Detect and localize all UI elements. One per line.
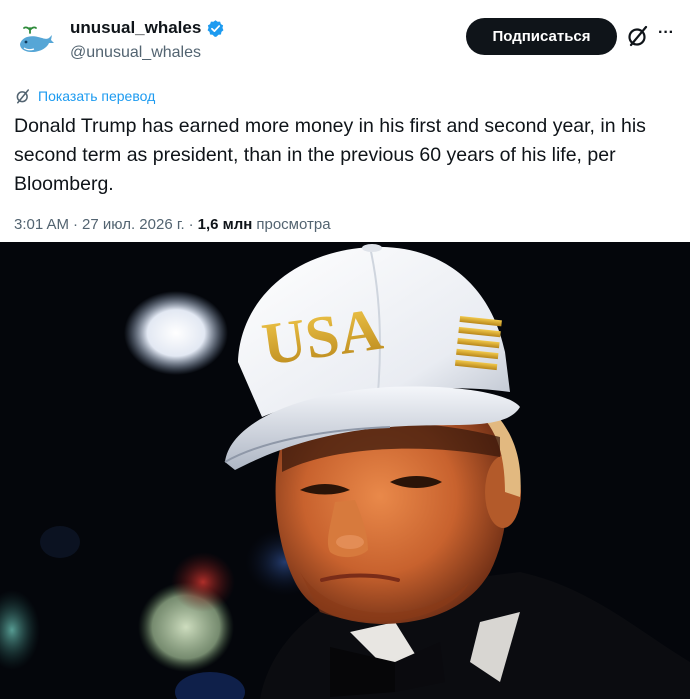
portrait-photo: USA: [0, 242, 690, 699]
tweet-text: Donald Trump has earned more money in hi…: [14, 115, 646, 195]
translate-label[interactable]: Показать перевод: [38, 88, 155, 104]
tweet-time[interactable]: 3:01 AM: [14, 216, 69, 233]
display-name[interactable]: unusual_whales: [70, 18, 201, 38]
views-count: 1,6 млн: [197, 216, 253, 233]
tweet-date[interactable]: 27 июл. 2026 г.: [82, 216, 185, 233]
author-name-row[interactable]: unusual_whales: [70, 18, 225, 38]
tweet-photo[interactable]: USA: [0, 242, 690, 699]
avatar[interactable]: [12, 18, 58, 64]
verified-badge-icon: [207, 19, 224, 37]
tweet-header: unusual_whales @unusual_whales Подписать…: [0, 0, 690, 80]
translate-icon: [16, 89, 29, 104]
meta-separator: ·: [73, 216, 79, 233]
follow-button[interactable]: Подписаться: [466, 18, 617, 55]
grok-icon[interactable]: [626, 24, 650, 48]
whale-logo-icon: [12, 18, 58, 64]
translate-link[interactable]: Показать перевод: [14, 87, 155, 105]
meta-separator: ·: [188, 216, 194, 233]
more-dots-icon[interactable]: ···: [658, 25, 674, 41]
author-handle[interactable]: @unusual_whales: [70, 44, 201, 62]
tweet-meta: 3:01 AM · 27 июл. 2026 г. · 1,6 млн прос…: [14, 216, 331, 233]
views-label: просмотра: [256, 216, 331, 233]
